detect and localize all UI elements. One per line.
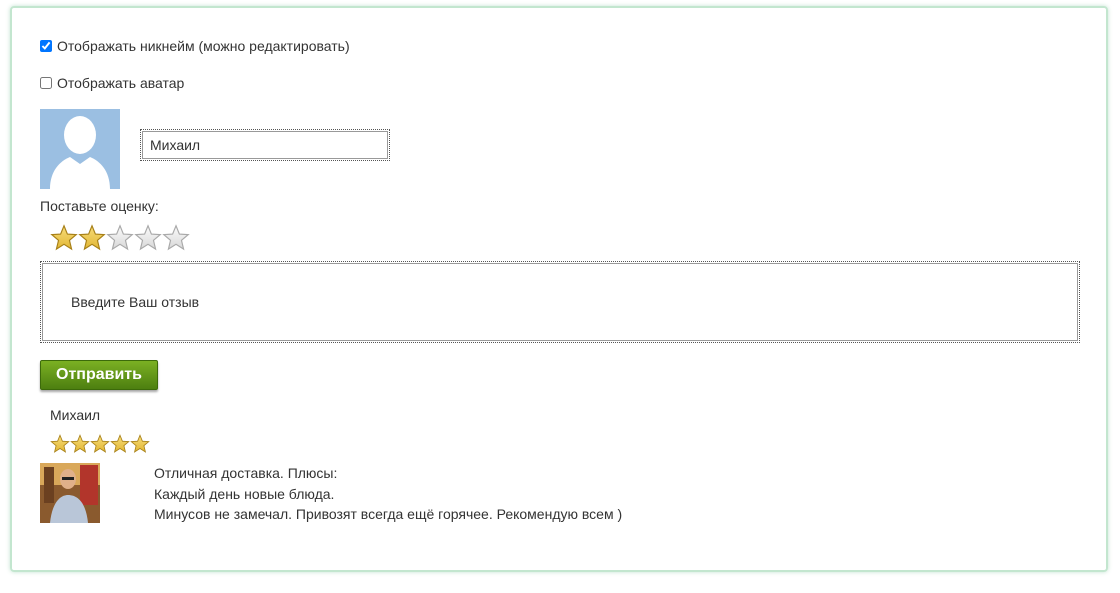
review-line: Минусов не замечал. Привозят всегда ещё … <box>154 506 623 522</box>
show-nickname-checkbox[interactable] <box>40 40 52 52</box>
show-nickname-option[interactable]: Отображать никнейм (можно редактировать) <box>40 38 350 54</box>
review-author: Михаил <box>50 407 101 423</box>
rating-input[interactable] <box>50 224 190 252</box>
star-filled-icon <box>70 434 90 453</box>
star-filled-icon[interactable] <box>50 224 78 252</box>
submit-button[interactable]: Отправить <box>40 360 158 390</box>
star-filled-icon[interactable] <box>78 224 106 252</box>
show-avatar-option[interactable]: Отображать аватар <box>40 75 184 91</box>
review-line: Отличная доставка. Плюсы: <box>154 465 338 481</box>
star-filled-icon <box>130 434 150 453</box>
show-avatar-label: Отображать аватар <box>57 75 185 91</box>
star-filled-icon <box>90 434 110 453</box>
star-empty-icon[interactable] <box>162 224 190 252</box>
star-filled-icon <box>110 434 130 453</box>
show-nickname-label: Отображать никнейм (можно редактировать) <box>57 38 350 54</box>
review-author-photo <box>40 463 100 523</box>
avatar <box>40 109 120 189</box>
review-rating <box>50 434 150 454</box>
review-textarea[interactable] <box>40 261 1080 343</box>
rating-label: Поставьте оценку: <box>40 198 159 214</box>
star-filled-icon <box>50 434 70 453</box>
review-line: Каждый день новые блюда. <box>154 485 335 502</box>
user-silhouette-icon <box>50 116 110 189</box>
star-empty-icon[interactable] <box>106 224 134 252</box>
star-empty-icon[interactable] <box>134 224 162 252</box>
show-avatar-checkbox[interactable] <box>40 77 52 89</box>
review-body: Отличная доставка. Плюсы: Каждый день но… <box>154 463 622 525</box>
nickname-input[interactable] <box>140 129 390 161</box>
